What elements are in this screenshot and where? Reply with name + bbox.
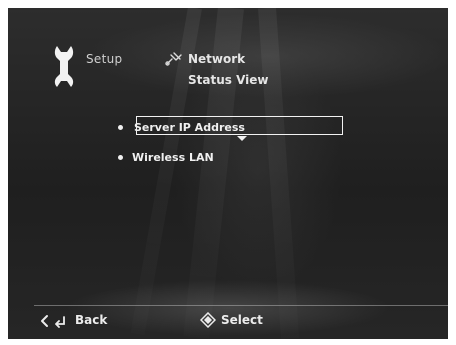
menu-item-wireless-lan[interactable]: Wireless LAN — [118, 148, 214, 166]
tv-screen: Setup Network Status View Server IP Addr… — [8, 8, 448, 339]
bullet-icon — [118, 124, 123, 130]
menu-item-server-ip-address[interactable]: Server IP Address — [118, 118, 245, 136]
light-beam-decoration — [258, 8, 300, 339]
network-icon — [165, 52, 182, 66]
menu-item-label: Wireless LAN — [132, 150, 214, 164]
back-arrow-icon[interactable] — [53, 314, 67, 328]
select-button-icon[interactable] — [200, 312, 216, 328]
back-button[interactable]: Back — [75, 313, 107, 327]
setup-label: Setup — [86, 52, 123, 66]
bullet-icon — [118, 154, 123, 160]
footer-divider — [34, 305, 448, 306]
select-button[interactable]: Select — [221, 313, 263, 327]
left-chevron-icon — [41, 315, 48, 327]
down-arrow-icon — [237, 136, 247, 141]
menu-item-label: Server IP Address — [134, 120, 245, 134]
network-label: Network — [188, 52, 246, 66]
wrench-icon — [54, 46, 74, 87]
page-title: Status View — [188, 73, 269, 87]
